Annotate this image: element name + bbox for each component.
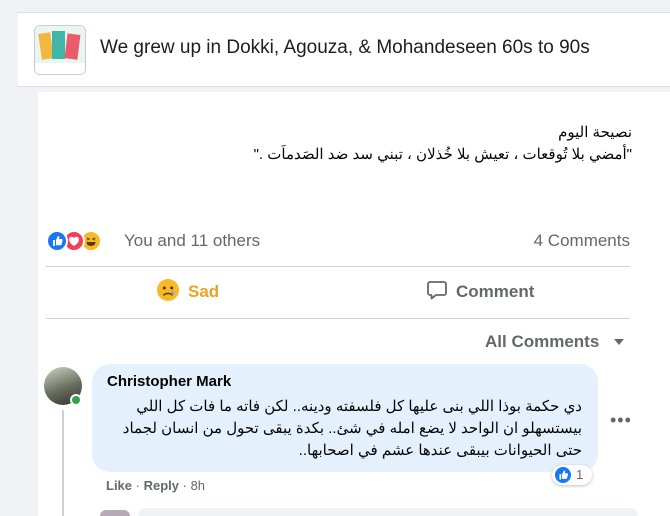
comment-label: Comment — [456, 282, 535, 301]
comment-text: دي حكمة بوذا اللي بنى عليها كل فلسفته ود… — [122, 398, 582, 459]
reaction-icons[interactable] — [46, 230, 118, 252]
reactions-summary-text[interactable]: You and 11 others — [124, 231, 260, 251]
like-icon — [46, 230, 68, 252]
divider-bottom — [46, 318, 630, 319]
comment-reply-button[interactable]: Reply — [144, 478, 179, 493]
comment-button[interactable]: Comment — [426, 270, 534, 314]
sad-label: Sad — [188, 282, 220, 301]
more-options-icon[interactable]: ••• — [610, 410, 632, 431]
post-line-2: "أمضي بلا تُوقعات ، تعيش بلا خُذلان ، تب… — [253, 146, 632, 163]
group-thumbnail-art — [35, 26, 85, 74]
group-thumbnail[interactable] — [34, 25, 86, 75]
online-status-icon — [70, 394, 82, 406]
reply-thread-line — [62, 410, 64, 516]
comment-reaction-number: 1 — [576, 467, 584, 482]
sad-reaction-button[interactable]: Sad — [156, 270, 219, 314]
next-reply-avatar[interactable] — [100, 510, 130, 516]
next-reply-bubble — [138, 508, 638, 516]
divider-top — [46, 266, 630, 267]
sad-face-icon — [156, 278, 180, 307]
reactions-summary-row: You and 11 others 4 Comments — [46, 227, 630, 255]
post-line-1: نصيحة اليوم — [558, 124, 632, 141]
post-body: نصيحة اليوم "أمضي بلا تُوقعات ، تعيش بلا… — [72, 122, 632, 166]
comments-count-link[interactable]: 4 Comments — [534, 231, 630, 251]
separator-dot: · — [135, 478, 144, 493]
chevron-down-icon[interactable] — [614, 339, 624, 345]
commenter-name[interactable]: Christopher Mark — [107, 373, 231, 390]
like-icon — [555, 467, 571, 483]
post-card: نصيحة اليوم "أمضي بلا تُوقعات ، تعيش بلا… — [38, 92, 670, 516]
comment-like-button[interactable]: Like — [106, 478, 132, 493]
top-bar-strip — [0, 0, 670, 12]
comment-bubble-icon — [426, 279, 448, 306]
group-header[interactable]: We grew up in Dokki, Agouza, & Mohandese… — [18, 12, 670, 87]
comment-actions: Like · Reply · 8h — [106, 478, 205, 493]
comment-bubble: Christopher Mark دي حكمة بوذا اللي بنى ع… — [92, 364, 598, 472]
separator-dot: · — [182, 478, 191, 493]
comment-reaction-count[interactable]: 1 — [552, 465, 592, 485]
comment-timestamp[interactable]: 8h — [191, 478, 205, 493]
comments-filter-dropdown[interactable]: All Comments — [485, 332, 599, 352]
group-title[interactable]: We grew up in Dokki, Agouza, & Mohandese… — [100, 37, 590, 59]
